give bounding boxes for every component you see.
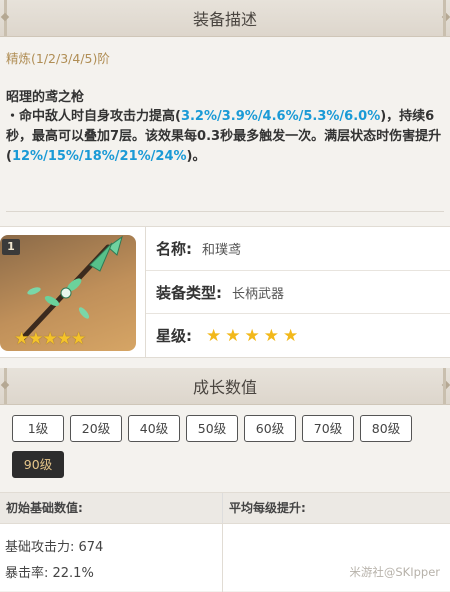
stats-table-header: 初始基础数值: 平均每级提升: — [0, 493, 450, 524]
base-atk: 基础攻击力: 674 — [5, 540, 104, 555]
atk-bonus-values: 3.2%/3.9%/4.6%/5.3%/6.0% — [180, 109, 381, 124]
level-button[interactable]: 50级 — [186, 415, 238, 442]
stats-table-body: 基础攻击力: 674 暴击率: 22.1% — [0, 524, 450, 592]
banner-ornament — [0, 380, 9, 390]
growth-values-header: 成长数值 — [0, 368, 450, 405]
rarity-label: 星级: — [156, 327, 192, 345]
passive-name: 昭理的鸢之枪 — [6, 90, 85, 105]
rarity-stars: ★★★★★ — [206, 325, 303, 346]
passive-description: ・命中敌人时自身攻击力提高(3.2%/3.9%/4.6%/5.3%/6.0%)，… — [6, 107, 446, 167]
level-button[interactable]: 80级 — [360, 415, 412, 442]
watermark: 米游社@SKIpper — [349, 565, 440, 579]
weapon-rarity-stars: ★★★★★ — [14, 329, 86, 349]
crit-rate: 暴击率: 22.1% — [5, 566, 94, 581]
banner-ornament — [441, 380, 450, 390]
dmg-bonus-values: 12%/15%/18%/21%/24% — [11, 149, 187, 164]
banner-ornament — [441, 12, 450, 22]
weapon-type: 长柄武器 — [232, 287, 285, 302]
refinement-levels: 精炼(1/2/3/4/5)阶 — [6, 51, 110, 66]
type-label: 装备类型: — [156, 284, 222, 302]
name-row: 名称: 和璞鸢 — [146, 227, 450, 270]
level-button[interactable]: 40级 — [128, 415, 180, 442]
equipment-description-header: 装备描述 — [0, 0, 450, 37]
name-label: 名称: — [156, 240, 192, 258]
level-button[interactable]: 90级 — [12, 451, 64, 478]
type-row: 装备类型: 长柄武器 — [146, 270, 450, 314]
level-button[interactable]: 60级 — [244, 415, 296, 442]
weapon-info-card: 1 ★★★★★ 名称: 和璞鸢 装备类型: 长柄武器 星级: ★★★★★ — [0, 226, 450, 358]
level-selector: 1级 20级 40级 50级 60级 70级 80级 90级 — [12, 415, 442, 487]
base-stats-cell: 基础攻击力: 674 暴击率: 22.1% — [0, 524, 223, 592]
section-title: 装备描述 — [192, 10, 257, 29]
passive-text-part: )。 — [186, 149, 206, 164]
level-button[interactable]: 70级 — [302, 415, 354, 442]
weapon-image: 1 ★★★★★ — [0, 235, 136, 351]
base-stats-header: 初始基础数值: — [0, 493, 223, 523]
avg-growth-header: 平均每级提升: — [229, 501, 306, 515]
section-title: 成长数值 — [192, 378, 257, 397]
level-button[interactable]: 20级 — [70, 415, 122, 442]
passive-text-part: ・命中敌人时自身攻击力提高( — [6, 109, 181, 124]
banner-ornament — [0, 12, 9, 22]
divider — [6, 211, 444, 212]
weapon-name: 和璞鸢 — [202, 243, 242, 258]
level-button[interactable]: 1级 — [12, 415, 64, 442]
rarity-row: 星级: ★★★★★ — [146, 313, 450, 357]
